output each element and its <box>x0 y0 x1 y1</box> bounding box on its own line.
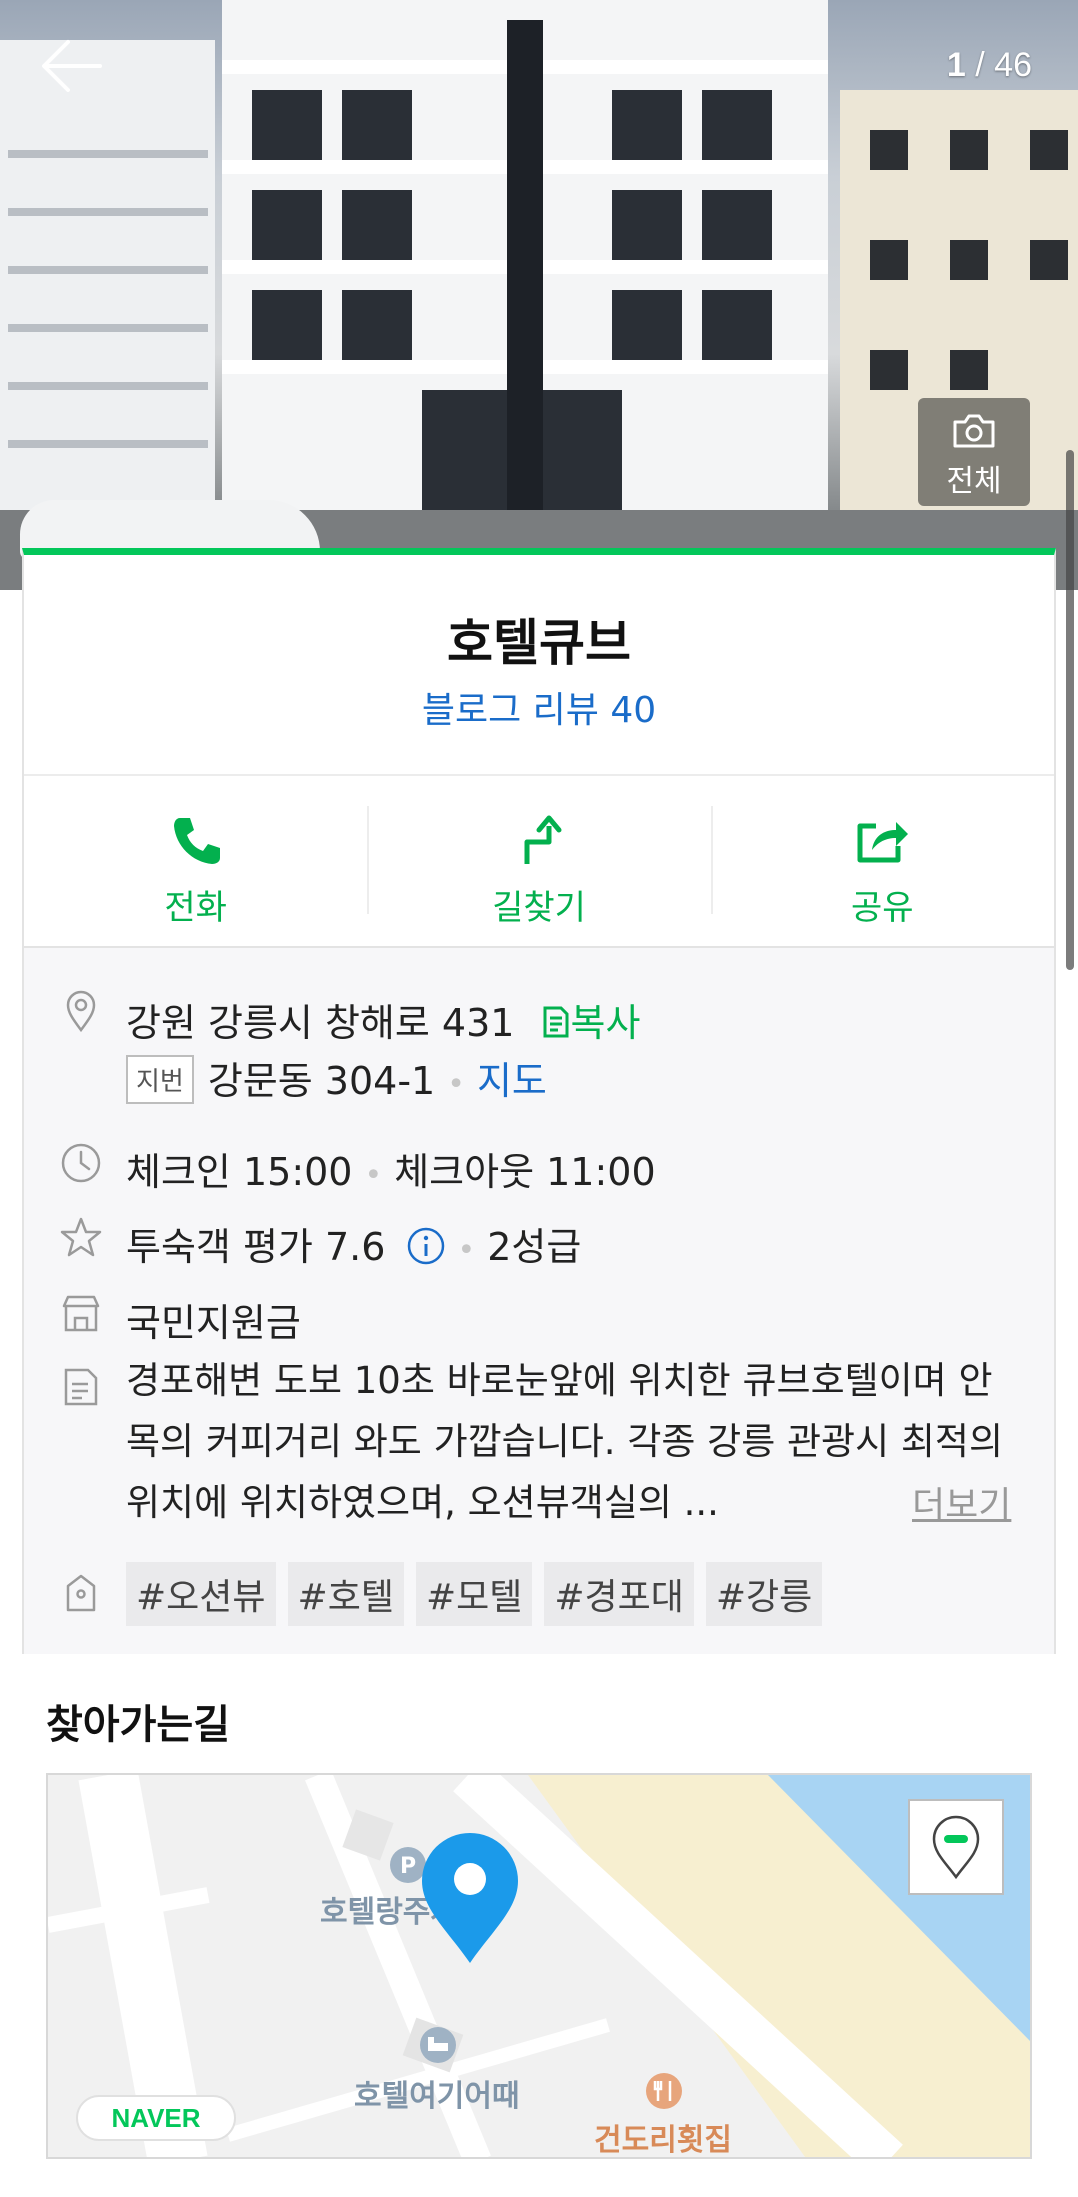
directions-button[interactable]: 길찾기 <box>367 776 710 946</box>
directions-label: 길찾기 <box>492 888 586 928</box>
tag-chip[interactable]: #호텔 <box>287 1562 404 1626</box>
arrow-left-icon <box>42 40 102 92</box>
location-target-icon <box>932 1815 980 1880</box>
all-photos-label: 전체 <box>946 464 1002 499</box>
info-icon[interactable] <box>406 1226 446 1266</box>
document-icon <box>64 1368 98 1406</box>
map-label-restaurant: 건도리횟집 <box>594 2123 732 2158</box>
map-label-hotel: 호텔여기어때 <box>354 2079 520 2114</box>
hours-row: 체크인 15:00 • 체크아웃 11:00 <box>126 1141 656 1196</box>
tag-icon <box>66 1574 96 1612</box>
clock-icon <box>61 1143 101 1183</box>
guest-rating: 투숙객 평가 7.6 <box>126 1225 386 1269</box>
place-title: 호텔큐브 <box>447 614 631 672</box>
support-row: 국민지원금 <box>126 1301 301 1345</box>
phone-icon <box>173 818 220 864</box>
directions-heading: 찾아가는길 <box>46 1702 230 1748</box>
back-button[interactable] <box>40 38 110 94</box>
hotel-grade: 2성급 <box>487 1225 582 1269</box>
hero-photo[interactable]: 1 / 46 전체 <box>0 0 1078 590</box>
directions-icon <box>524 815 562 864</box>
all-photos-button[interactable]: 전체 <box>918 398 1030 506</box>
separator-dot: • <box>457 1233 476 1268</box>
copy-icon <box>543 1006 569 1038</box>
photo-building-center <box>222 0 828 540</box>
action-bar: 전화 길찾기 공유 <box>24 776 1054 946</box>
jibun-badge: 지번 <box>126 1055 194 1104</box>
store-icon <box>62 1295 100 1332</box>
place-card: 호텔큐브 블로그 리뷰 40 전화 길찾기 공유 강원 강릉시 창해로 431 … <box>22 548 1056 1654</box>
info-section: 강원 강릉시 창해로 431 복사 지번 강문동 304-1 • 지도 체크인 15:… <box>24 948 1054 1654</box>
restaurant-icon <box>646 2073 682 2109</box>
photo-counter-total: / 46 <box>975 46 1032 84</box>
tag-chip[interactable]: #강릉 <box>705 1562 823 1626</box>
checkin-time: 체크인 15:00 <box>126 1150 353 1194</box>
address-text: 강원 강릉시 창해로 431 <box>126 1001 515 1045</box>
separator-dot: • <box>364 1158 383 1193</box>
photo-building-left <box>0 40 215 510</box>
jibun-row: 지번 강문동 304-1 • 지도 <box>126 1050 547 1105</box>
description-text: 경포해변 도보 10초 바로눈앞에 위치한 큐브호텔이며 안목의 커피거리 와도… <box>126 1359 1004 1524</box>
checkout-time: 체크아웃 11:00 <box>394 1150 656 1194</box>
camera-icon <box>953 414 995 448</box>
address-row: 강원 강릉시 창해로 431 복사 <box>126 992 640 1047</box>
share-label: 공유 <box>851 888 914 928</box>
naver-logo: NAVER <box>76 2095 236 2141</box>
rating-row: 투숙객 평가 7.6 • 2성급 <box>126 1216 581 1271</box>
tag-chip[interactable]: #모텔 <box>415 1562 533 1626</box>
map-link[interactable]: 지도 <box>477 1059 547 1103</box>
svg-text:P: P <box>400 1854 416 1879</box>
photo-counter: 1 / 46 <box>947 46 1032 85</box>
copy-address-button[interactable]: 복사 <box>541 1001 641 1045</box>
tag-chip[interactable]: #경포대 <box>544 1562 694 1626</box>
lodging-icon <box>420 2027 456 2063</box>
star-icon <box>60 1217 102 1257</box>
location-marker-icon <box>422 1833 518 1963</box>
blog-review-link[interactable]: 블로그 리뷰 40 <box>24 681 1054 733</box>
share-icon <box>857 822 909 863</box>
separator-dot: • <box>447 1067 465 1102</box>
jibun-address: 강문동 304-1 <box>207 1059 436 1103</box>
tag-list: #오션뷰 #호텔 #모텔 #경포대 #강릉 <box>126 1562 823 1626</box>
more-button[interactable]: 더보기 <box>912 1476 1011 1528</box>
tag-chip[interactable]: #오션뷰 <box>126 1562 276 1626</box>
photo-counter-current: 1 <box>946 46 966 84</box>
scrollbar[interactable] <box>1066 450 1074 970</box>
map-view[interactable]: P 호텔랑주차장 호텔여기어때 건도리횟집 NAVER <box>46 1773 1032 2159</box>
share-button[interactable]: 공유 <box>710 776 1054 946</box>
current-location-button[interactable] <box>908 1799 1004 1895</box>
call-label: 전화 <box>164 888 227 928</box>
copy-label: 복사 <box>570 1001 641 1045</box>
call-button[interactable]: 전화 <box>24 776 367 946</box>
location-pin-icon <box>66 990 96 1032</box>
